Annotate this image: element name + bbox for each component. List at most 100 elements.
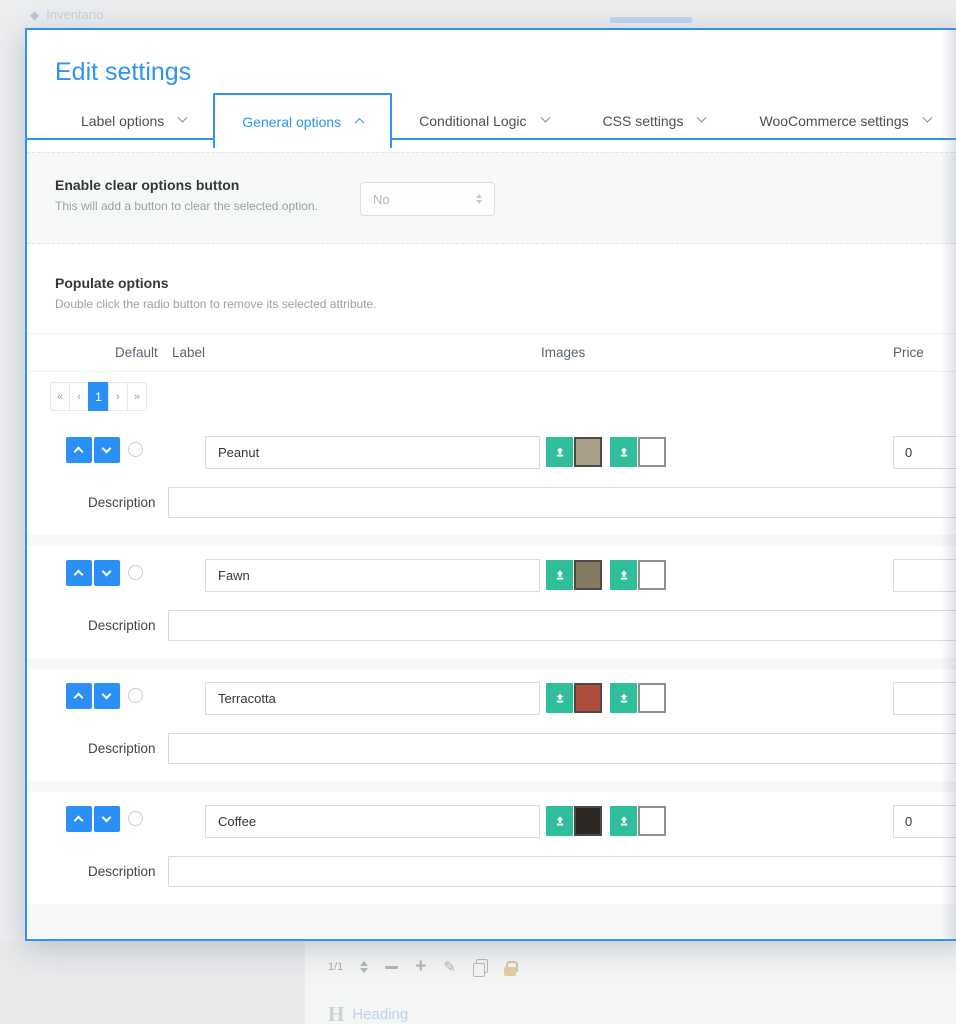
label-input[interactable]	[205, 682, 540, 715]
option-row: Description	[27, 669, 956, 781]
upload-icon	[617, 445, 631, 459]
hover-image-swatch[interactable]	[638, 683, 666, 713]
stepper-icon[interactable]	[360, 961, 368, 973]
upload-hover-image-button[interactable]	[610, 560, 637, 590]
upload-icon	[617, 568, 631, 582]
move-down-button[interactable]	[94, 560, 120, 586]
hover-image-swatch[interactable]	[638, 437, 666, 467]
upload-icon	[553, 814, 567, 828]
label-input[interactable]	[205, 559, 540, 592]
breadcrumb: ◆ Inventario	[30, 7, 103, 22]
chevron-down-icon	[102, 567, 112, 577]
upload-image-button[interactable]	[546, 437, 573, 467]
upload-icon	[553, 445, 567, 459]
option-row: Description	[27, 423, 956, 535]
move-up-button[interactable]	[66, 683, 92, 709]
chevron-up-icon	[74, 693, 84, 703]
chevron-icon	[355, 118, 365, 128]
label-input[interactable]	[205, 805, 540, 838]
edit-pencil-icon[interactable]: ✎	[443, 958, 456, 976]
upload-image-button[interactable]	[546, 806, 573, 836]
tab-label: Conditional Logic	[419, 113, 526, 129]
default-radio[interactable]	[128, 811, 143, 826]
upload-image-button[interactable]	[546, 683, 573, 713]
tab-label: CSS settings	[603, 113, 684, 129]
description-label: Description	[88, 733, 156, 764]
upload-icon	[617, 691, 631, 705]
tab-general-options[interactable]: General options	[213, 93, 392, 148]
description-input[interactable]	[168, 856, 956, 887]
move-down-button[interactable]	[94, 806, 120, 832]
price-input[interactable]	[893, 436, 956, 469]
page-number-button[interactable]: 1	[88, 382, 109, 411]
chevron-up-icon	[74, 816, 84, 826]
chevron-down-icon	[102, 444, 112, 454]
default-radio[interactable]	[128, 565, 143, 580]
tab-label-options[interactable]: Label options	[54, 99, 213, 142]
move-up-button[interactable]	[66, 560, 92, 586]
upload-hover-image-button[interactable]	[610, 806, 637, 836]
hover-image-swatch[interactable]	[638, 806, 666, 836]
description-label: Description	[88, 610, 156, 641]
default-radio[interactable]	[128, 442, 143, 457]
upload-image-button[interactable]	[546, 560, 573, 590]
option-row: Description	[27, 792, 956, 904]
upload-icon	[553, 568, 567, 582]
last-page-button[interactable]: »	[127, 382, 147, 411]
heading-element-label: Heading	[352, 1006, 408, 1023]
edit-settings-modal: Edit settings Label options General opti…	[25, 28, 956, 941]
options-rows: Description Description Descri	[27, 423, 956, 938]
heading-icon: H	[328, 1004, 344, 1024]
column-header-label: Label	[172, 345, 205, 360]
label-input[interactable]	[205, 436, 540, 469]
upload-hover-image-button[interactable]	[610, 683, 637, 713]
upload-hover-image-button[interactable]	[610, 437, 637, 467]
next-page-button[interactable]: ›	[108, 382, 128, 411]
clear-options-title: Enable clear options button	[55, 177, 318, 193]
default-radio[interactable]	[128, 688, 143, 703]
duplicate-icon[interactable]	[473, 959, 487, 975]
price-input[interactable]	[893, 559, 956, 592]
clear-options-section: Enable clear options button This will ad…	[27, 152, 956, 244]
lock-icon[interactable]	[504, 961, 516, 976]
populate-options-description: Double click the radio button to remove …	[55, 297, 956, 311]
builder-toolbar: 1/1 + ✎	[328, 958, 516, 976]
description-label: Description	[88, 856, 156, 887]
option-row: Description	[27, 546, 956, 658]
chevron-icon	[178, 113, 188, 123]
move-up-button[interactable]	[66, 437, 92, 463]
tab-conditional-logic[interactable]: Conditional Logic	[392, 99, 575, 142]
clear-options-select[interactable]: No	[360, 182, 495, 216]
column-header-price: Price	[893, 345, 924, 360]
image-swatch[interactable]	[574, 437, 602, 467]
prev-page-button[interactable]: ‹	[69, 382, 89, 411]
zoom-out-icon[interactable]	[385, 966, 398, 969]
populate-options-title: Populate options	[55, 275, 956, 291]
row-divider-bar	[610, 17, 692, 23]
image-swatch[interactable]	[574, 806, 602, 836]
column-header-images: Images	[541, 345, 585, 360]
move-down-button[interactable]	[94, 437, 120, 463]
settings-tabs: Label options General options Conditiona…	[27, 93, 956, 148]
chevron-icon	[922, 113, 932, 123]
clear-options-select-value: No	[373, 192, 390, 207]
chevron-down-icon	[102, 690, 112, 700]
zoom-in-icon[interactable]: +	[415, 960, 426, 974]
image-swatch[interactable]	[574, 683, 602, 713]
description-input[interactable]	[168, 487, 956, 518]
description-input[interactable]	[168, 610, 956, 641]
price-input[interactable]	[893, 682, 956, 715]
first-page-button[interactable]: «	[50, 382, 70, 411]
move-down-button[interactable]	[94, 683, 120, 709]
tab-woocommerce-settings[interactable]: WooCommerce settings	[732, 99, 956, 142]
options-pagination: «‹1›»	[50, 382, 956, 411]
tab-css-settings[interactable]: CSS settings	[576, 99, 733, 142]
clear-options-description: This will add a button to clear the sele…	[55, 199, 318, 213]
description-input[interactable]	[168, 733, 956, 764]
move-up-button[interactable]	[66, 806, 92, 832]
hover-image-swatch[interactable]	[638, 560, 666, 590]
chevron-icon	[697, 113, 707, 123]
image-swatch[interactable]	[574, 560, 602, 590]
options-table-header: Default Label Images Price	[27, 333, 956, 372]
price-input[interactable]	[893, 805, 956, 838]
